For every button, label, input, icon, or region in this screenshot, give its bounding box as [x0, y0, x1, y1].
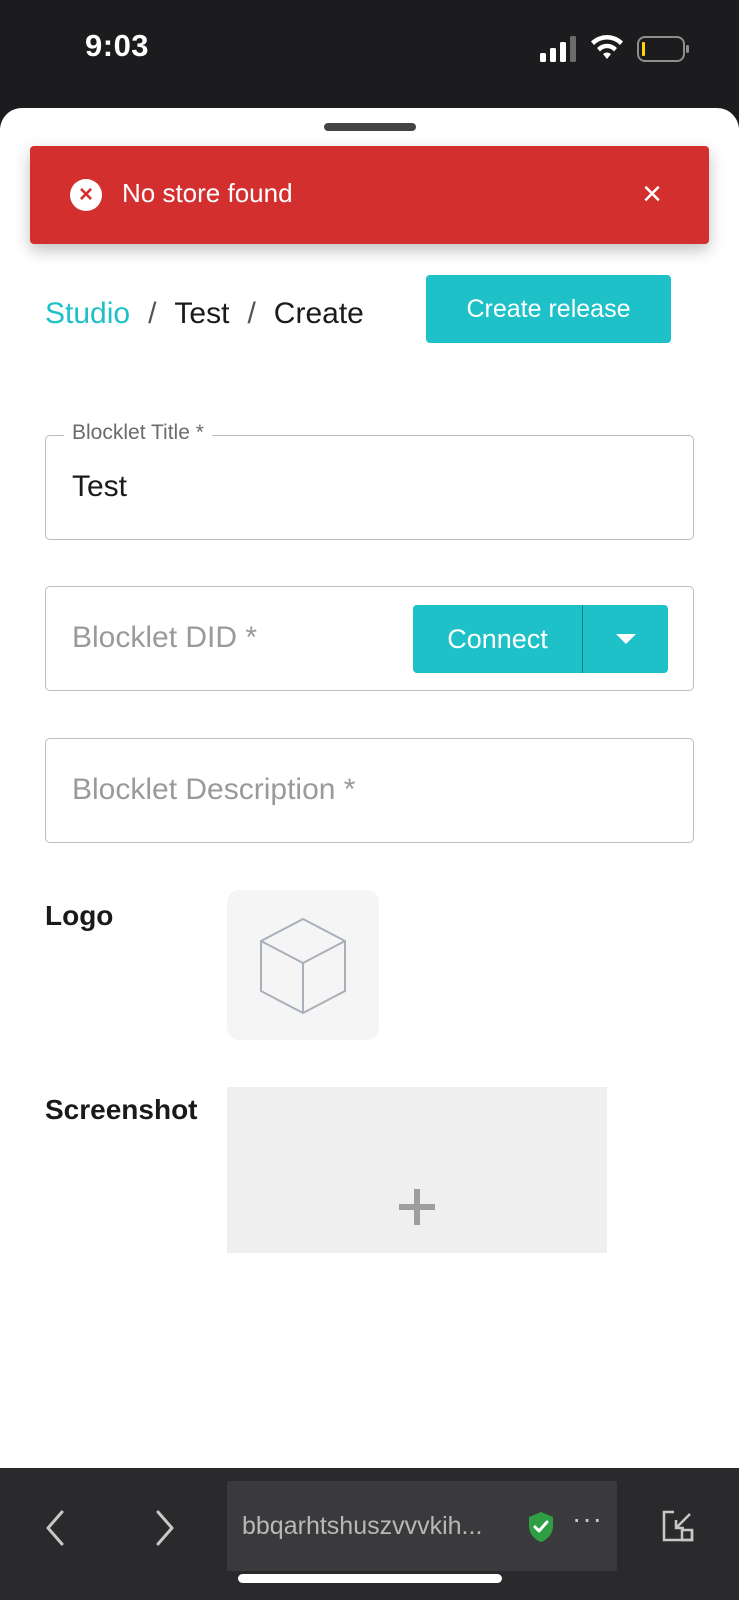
status-bar: 9:03 [0, 0, 739, 100]
blocklet-description-placeholder: Blocklet Description * [72, 773, 356, 806]
create-release-button[interactable]: Create release [426, 275, 671, 343]
sheet-grabber[interactable] [324, 123, 416, 131]
secure-shield-icon [529, 1512, 553, 1542]
bottom-sheet: × No store found × Studio / Test / Creat… [0, 108, 739, 1468]
battery-icon [637, 36, 689, 62]
breadcrumb-separator: / [247, 297, 256, 330]
blocklet-title-field[interactable]: Blocklet Title * Test [45, 421, 694, 540]
blocklet-description-field[interactable]: Blocklet Description * [45, 738, 694, 843]
url-text: bbqarhtshuszvvvkih... [242, 1512, 483, 1540]
blocklet-did-field[interactable]: Blocklet DID * Connect [45, 586, 694, 691]
breadcrumb: Studio / Test / Create [45, 294, 364, 334]
blocklet-title-value: Test [72, 470, 128, 503]
signal-icon [540, 36, 576, 62]
blocklet-title-label: Blocklet Title * [64, 421, 212, 445]
breadcrumb-studio[interactable]: Studio [45, 297, 130, 331]
breadcrumb-separator: / [148, 297, 157, 330]
connect-button-group: Connect [413, 605, 668, 673]
status-time: 9:03 [85, 28, 150, 63]
forward-chevron-icon[interactable] [150, 1508, 180, 1548]
screenshot-label: Screenshot [45, 1094, 198, 1125]
back-chevron-icon[interactable] [40, 1508, 70, 1548]
plus-icon [399, 1189, 435, 1225]
toast-close-button[interactable]: × [630, 172, 674, 216]
breadcrumb-create: Create [273, 297, 364, 330]
home-indicator [238, 1574, 502, 1583]
toast-message: No store found [122, 178, 293, 208]
caret-down-icon [615, 634, 636, 644]
connect-dropdown-button[interactable] [583, 605, 668, 673]
error-circle-icon: × [70, 179, 102, 211]
error-toast: × No store found × [30, 146, 709, 244]
url-bar[interactable]: bbqarhtshuszvvvkih... ··· [227, 1481, 617, 1571]
connect-button[interactable]: Connect [413, 605, 583, 673]
breadcrumb-test: Test [174, 297, 230, 330]
logo-label: Logo [45, 900, 114, 931]
wifi-icon [591, 35, 623, 59]
logo-upload[interactable] [227, 890, 379, 1040]
minimize-window-icon[interactable] [660, 1508, 696, 1544]
screenshot-upload[interactable] [227, 1087, 607, 1253]
more-options-icon[interactable]: ··· [572, 1503, 603, 1535]
cube-icon [260, 917, 346, 1015]
blocklet-did-placeholder: Blocklet DID * [72, 621, 258, 654]
